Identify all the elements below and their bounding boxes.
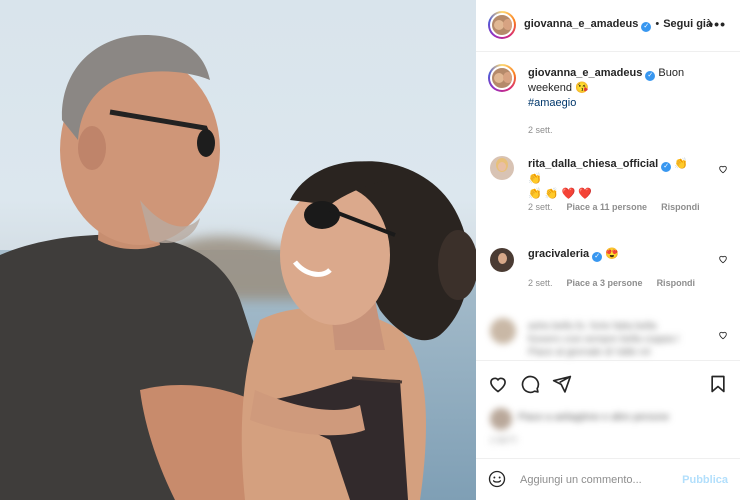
comment-icon[interactable] <box>520 374 540 394</box>
verified-badge-icon: ✓ <box>592 252 603 262</box>
blurred-comment-line2: fossero cosi sempre bella coppia l <box>528 334 679 345</box>
blurred-comment: ashe.bello.fo. forte fatta bella fossero… <box>528 320 698 359</box>
comment-username[interactable]: gracivaleria <box>528 248 589 260</box>
comment-graci: gracivaleria ✓ 😍 <box>528 247 698 262</box>
post-caption: giovanna_e_amadeus ✓ Buon weekend 😘 #amae… <box>528 66 688 111</box>
caption-meta: 2 sett. <box>528 125 567 135</box>
comment-username[interactable]: rita_dalla_chiesa_official <box>528 158 658 170</box>
blurred-likes-text: Piace a aeliagtime e altre persone <box>518 412 670 423</box>
following-button[interactable]: Segui già <box>663 18 712 30</box>
verified-badge-icon: ✓ <box>641 22 652 32</box>
comment-avatar-graci[interactable] <box>490 248 514 272</box>
reply-button[interactable]: Rispondi <box>661 202 700 212</box>
comment-rita: rita_dalla_chiesa_official ✓ 👏 👏 👏 👏 ❤️ ❤… <box>528 157 698 202</box>
comment-like-heart-icon[interactable] <box>718 254 728 264</box>
comment-avatar-rita[interactable] <box>490 156 514 180</box>
verified-badge-icon: ✓ <box>645 71 656 81</box>
post-side-panel: giovanna_e_amadeus ✓ • Segui già ••• giovan… <box>476 0 740 500</box>
paper-plane-icon[interactable] <box>552 374 572 394</box>
comment-time[interactable]: 2 sett. <box>528 202 553 212</box>
publish-button[interactable]: Pubblica <box>682 474 728 486</box>
comment-like-heart-icon[interactable] <box>718 330 728 340</box>
caption-hashtag[interactable]: #amaegio <box>528 97 576 109</box>
caption-avatar[interactable] <box>488 64 516 92</box>
caption-emoji: 😘 <box>575 82 589 94</box>
more-options-icon[interactable]: ••• <box>708 16 726 32</box>
emoji-smiley-icon[interactable] <box>488 470 506 488</box>
comment-likes[interactable]: Piace a 3 persone <box>567 278 643 288</box>
reply-button[interactable]: Rispondi <box>657 278 696 288</box>
author-avatar[interactable] <box>488 11 516 39</box>
author-username[interactable]: giovanna_e_amadeus <box>524 18 638 30</box>
comment-likes[interactable]: Piace a 11 persone <box>567 202 648 212</box>
add-comment-bar: Aggiungi un commento... Pubblica <box>476 458 740 500</box>
post-header: giovanna_e_amadeus ✓ • Segui già ••• <box>476 0 740 52</box>
separator-dot: • <box>655 18 660 30</box>
comment-meta: 2 sett. Piace a 3 persone Rispondi <box>528 278 709 288</box>
action-bar <box>476 360 740 408</box>
comment-meta: 2 sett. Piace a 11 persone Rispondi <box>528 202 714 212</box>
comment-emojis: 😍 <box>605 248 619 260</box>
caption-time[interactable]: 2 sett. <box>528 125 553 135</box>
comment-like-heart-icon[interactable] <box>718 164 728 174</box>
bookmark-icon[interactable] <box>708 374 728 394</box>
heart-outline-icon[interactable] <box>488 374 508 394</box>
blurred-comment-avatar <box>490 318 516 344</box>
verified-badge-icon: ✓ <box>661 162 672 172</box>
comment-input[interactable]: Aggiungi un commento... <box>520 474 642 486</box>
comment-time[interactable]: 2 sett. <box>528 278 553 288</box>
post-photo[interactable] <box>0 0 476 500</box>
blurred-like-avatar <box>490 408 512 430</box>
caption-username[interactable]: giovanna_e_amadeus <box>528 67 642 79</box>
blurred-comment-line1: ashe.bello.fo. forte fatta bella <box>528 321 657 332</box>
blurred-post-time: 2 SETT. <box>490 436 519 445</box>
comment-emojis-line2: 👏 👏 ❤️ ❤️ <box>528 188 592 200</box>
couple-photo-illustration <box>0 35 476 500</box>
blurred-comment-line3: Piace al giornale di Valle ml <box>528 347 651 358</box>
